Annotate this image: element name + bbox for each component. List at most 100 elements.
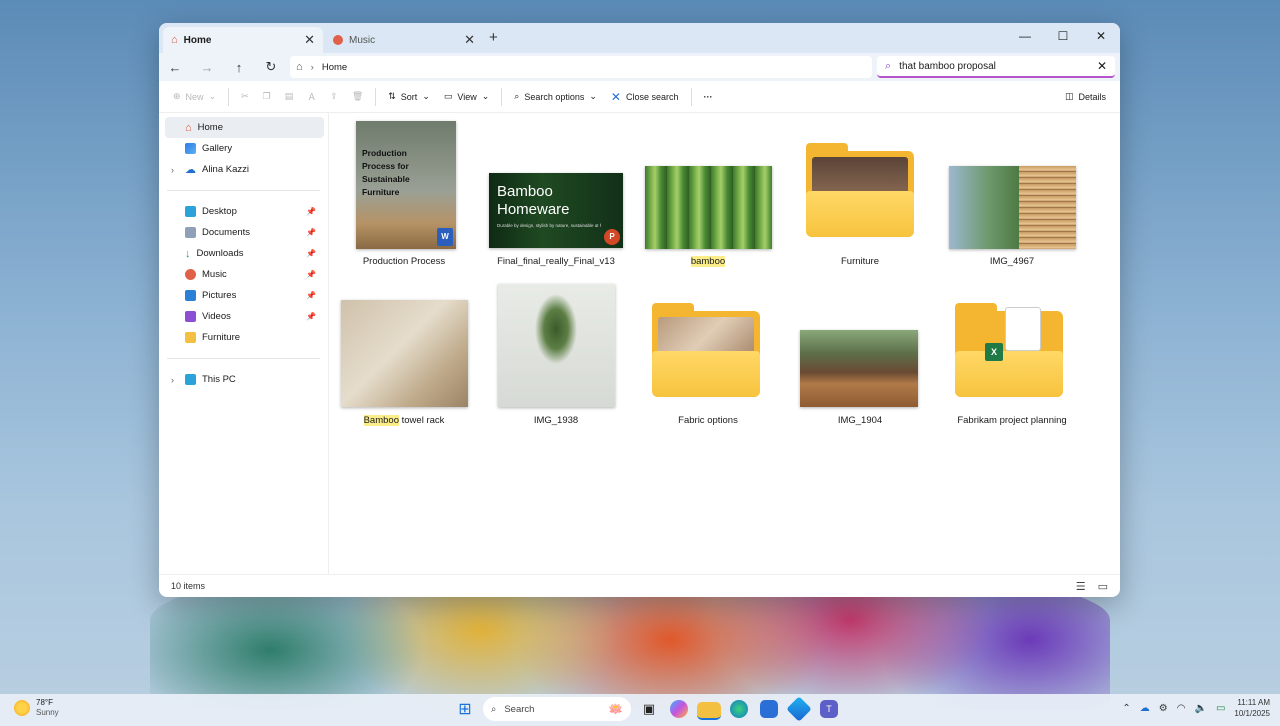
pin-icon[interactable]: 📌 [306,249,316,258]
file-item[interactable]: Bamboo towel rack [329,273,479,433]
battery-icon[interactable]: ▭ [1216,703,1225,714]
gallery-icon [185,143,196,154]
close-tab-icon[interactable]: ✕ [464,32,475,48]
taskbar-search[interactable]: ⌕ Search 🪷 [483,697,631,721]
sort-icon: ⇅ [388,91,396,101]
file-item[interactable]: Fabric options [633,273,783,433]
sidebar-item-furniture[interactable]: Furniture [159,327,328,348]
wifi-icon[interactable]: ◠ [1177,703,1186,714]
copy-button[interactable]: ❐ [257,85,277,109]
file-item[interactable]: X Fabrikam project planning [937,273,1087,433]
close-tab-icon[interactable]: ✕ [304,32,315,48]
back-button[interactable]: ← [159,60,191,75]
up-button[interactable]: ↑ [223,60,255,75]
sort-button[interactable]: ⇅ Sort ⌄ [382,85,436,109]
sidebar-item-label: Documents [202,227,251,238]
search-options-button[interactable]: ⌕ Search options ⌄ [508,85,603,109]
app-icon[interactable] [786,696,812,722]
sidebar-item-downloads[interactable]: ↓ Downloads 📌 [159,243,328,264]
image-thumbnail [341,300,468,407]
file-explorer-icon[interactable] [697,701,721,720]
divider [690,87,692,106]
pin-icon[interactable]: 📌 [306,312,316,321]
weather-condition: Sunny [36,708,59,717]
breadcrumb[interactable]: Home [322,62,347,73]
home-icon: ⌂ [185,121,192,134]
file-item[interactable]: bamboo [633,113,783,273]
sidebar-item-this-pc[interactable]: › This PC [159,369,328,390]
edge-icon[interactable] [730,700,748,718]
pin-icon[interactable]: 📌 [306,291,316,300]
plus-circle-icon: ⊕ [173,91,181,101]
sidebar-item-gallery[interactable]: Gallery [159,138,328,159]
more-options-button[interactable]: ··· [698,85,719,109]
minimize-button[interactable]: — [1006,23,1044,53]
pictures-icon [185,290,196,301]
file-item[interactable]: IMG_1904 [785,273,935,433]
tab-home[interactable]: ⌂ Home ✕ [163,27,323,53]
file-item[interactable]: Furniture [785,113,935,273]
maximize-button[interactable]: ☐ [1044,23,1082,53]
paste-button[interactable]: ▤ [279,85,300,109]
copilot-icon[interactable] [670,700,688,718]
settings-icon[interactable]: ⚙ [1159,703,1168,714]
close-window-button[interactable]: ✕ [1082,23,1120,53]
cut-button[interactable]: ✂ [235,85,255,109]
tiles-view-icon[interactable]: ▭ [1098,580,1108,593]
task-view-icon[interactable]: ▣ [637,697,661,721]
search-input[interactable]: ⌕ that bamboo proposal ✕ [877,56,1115,78]
taskbar-search-label: Search [504,703,535,715]
view-label: View [457,91,477,102]
delete-button[interactable]: 🗑 [346,85,369,109]
documents-icon [185,227,196,238]
file-name: IMG_1938 [533,415,579,426]
details-button[interactable]: ◫ Details [1059,85,1112,109]
folder-icon [806,143,914,237]
music-icon [333,35,343,45]
pin-icon[interactable]: 📌 [306,270,316,279]
share-button[interactable]: ⇪ [324,85,344,109]
sidebar-item-home[interactable]: ⌂ Home [165,117,324,138]
view-button[interactable]: ▭ View ⌄ [438,85,495,109]
new-button[interactable]: ⊕ New ⌄ [167,85,222,109]
store-icon[interactable] [760,700,778,718]
tab-music[interactable]: Music ✕ [325,27,483,53]
close-icon: ✕ [610,89,621,104]
chevron-up-icon[interactable]: ⌃ [1122,703,1130,714]
rename-button[interactable]: Ａ [301,85,322,109]
sidebar-item-music[interactable]: Music 📌 [159,264,328,285]
clock[interactable]: 11:11 AM 10/1/2025 [1234,697,1270,719]
content-area: ⌂ Home Gallery › ☁ Alina Kazzi Desktop 📌… [159,113,1120,574]
sidebar-item-documents[interactable]: Documents 📌 [159,222,328,243]
sidebar-item-videos[interactable]: Videos 📌 [159,306,328,327]
add-tab-button[interactable]: + [489,29,498,46]
close-search-button[interactable]: ✕ Close search [605,85,685,109]
chevron-right-icon[interactable]: › [171,375,174,385]
search-value[interactable]: that bamboo proposal [899,61,1089,72]
forward-button[interactable]: → [191,60,223,75]
sidebar-item-desktop[interactable]: Desktop 📌 [159,201,328,222]
chevron-right-icon[interactable]: › [171,165,174,175]
sidebar-item-pictures[interactable]: Pictures 📌 [159,285,328,306]
address-bar[interactable]: ⌂ › Home [290,56,872,78]
home-icon: ⌂ [171,34,178,46]
windows-start-icon[interactable]: ⊞ [453,697,477,721]
pin-icon[interactable]: 📌 [306,228,316,237]
sidebar-item-label: Downloads [196,248,244,259]
clear-search-icon[interactable]: ✕ [1097,59,1107,73]
file-item[interactable]: Bamboo Homeware Durable by design, styli… [481,113,631,273]
divider [501,87,503,106]
file-item[interactable]: IMG_4967 [937,113,1087,273]
teams-icon[interactable]: T [820,700,838,718]
details-view-icon[interactable]: ☰ [1076,580,1086,593]
weather-widget[interactable]: 78°F Sunny [14,698,59,718]
file-item[interactable]: Production Process for Sustainable Furni… [329,113,479,273]
word-icon: W [437,228,453,246]
sidebar-item-onedrive[interactable]: › ☁ Alina Kazzi [159,159,328,180]
refresh-button[interactable]: ↻ [255,59,287,75]
onedrive-icon[interactable]: ☁ [1140,703,1150,714]
pin-icon[interactable]: 📌 [306,207,316,216]
file-explorer-window: ⌂ Home ✕ Music ✕ + — ☐ ✕ ← → ↑ ↻ ⌂ › Hom… [159,23,1120,597]
file-item[interactable]: IMG_1938 [481,273,631,433]
volume-icon[interactable]: 🔈 [1195,703,1207,714]
